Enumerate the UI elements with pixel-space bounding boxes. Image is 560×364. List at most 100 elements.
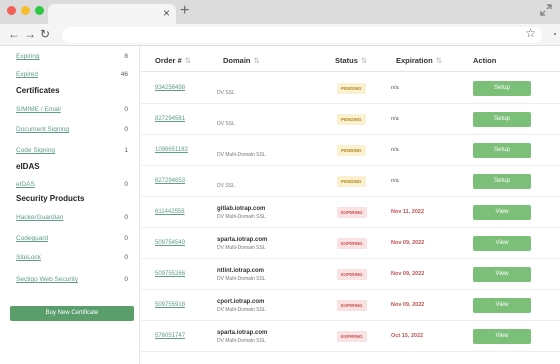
certificate-type: DV Multi-Domain SSL (217, 214, 266, 220)
certificate-type: DV Multi-Domain SSL (217, 307, 266, 313)
address-bar[interactable]: ☆ (62, 26, 542, 43)
order-number-link[interactable]: 509755266 (155, 271, 185, 277)
sidebar-item-count: 0 (124, 106, 128, 113)
setup-button[interactable]: Setup (473, 143, 531, 158)
sidebar-item-document-signing[interactable]: Document Signing 0 (16, 124, 130, 136)
expiration-date: n/a (391, 116, 399, 122)
expiration-date: Nov 11, 2022 (391, 209, 425, 215)
back-icon[interactable]: ← (8, 27, 20, 41)
sidebar-item-count: 46 (120, 71, 128, 78)
domain-name: ntlint.iotrap.com (217, 268, 264, 274)
column-header-domain[interactable]: Domain ⇅ (223, 56, 260, 65)
column-header-status[interactable]: Status ⇅ (335, 56, 367, 65)
expiration-date: Nov 09, 2022 (391, 240, 425, 246)
table-row: 509754540 sparta.iotrap.com DV Multi-Dom… (141, 228, 560, 259)
column-header-label: Status (335, 56, 358, 65)
sidebar-item-hackerguardian[interactable]: HackerGuardian 0 (16, 212, 130, 224)
status-badge: EXPIRING (337, 331, 367, 342)
sort-icon[interactable]: ⇅ (436, 56, 442, 65)
sidebar-item-count: 0 (124, 235, 128, 242)
sidebar-item-label: S/MIME / Email (16, 106, 61, 113)
order-number-link[interactable]: 1096651182 (155, 147, 188, 153)
view-button[interactable]: View (473, 329, 531, 344)
column-header-order[interactable]: Order # ⇅ (155, 56, 191, 65)
status-badge: EXPIRING (337, 300, 367, 311)
table-row: 934256498 DV SSL PENDING n/a Setup (141, 73, 560, 104)
sidebar-item-sectigo-web-security[interactable]: Sectigo Web Security 0 (16, 274, 130, 286)
forward-icon[interactable]: → (24, 27, 36, 41)
security-products-heading: Security Products (16, 194, 85, 203)
view-button[interactable]: View (473, 236, 531, 251)
bookmark-star-icon[interactable]: ☆ (525, 26, 536, 40)
table-row: 509755918 cport.iotrap.com DV Multi-Doma… (141, 290, 560, 321)
close-window-button[interactable] (7, 6, 16, 15)
table-row: 509755266 ntlint.iotrap.com DV Multi-Dom… (141, 259, 560, 290)
certificates-heading: Certificates (16, 86, 60, 95)
table-row: 576051747 sparta.iotrap.com DV Multi-Dom… (141, 321, 560, 352)
sidebar-item-count: 0 (124, 126, 128, 133)
view-button[interactable]: View (473, 267, 531, 282)
expand-icon[interactable] (540, 4, 552, 16)
table-row: 827294581 DV SSL PENDING n/a Setup (141, 104, 560, 135)
browser-menu-icon[interactable] (554, 33, 556, 35)
sidebar-item-label: Sectigo Web Security (16, 276, 79, 283)
maximize-window-button[interactable] (35, 6, 44, 15)
sort-icon[interactable]: ⇅ (254, 56, 260, 65)
browser-tab[interactable]: × (48, 4, 176, 24)
minimize-window-button[interactable] (21, 6, 30, 15)
order-number-link[interactable]: 576051747 (155, 333, 185, 339)
sidebar-item-count: 0 (124, 214, 128, 221)
column-header-label: Expiration (396, 56, 433, 65)
status-badge: EXPIRING (337, 207, 367, 218)
order-number-link[interactable]: 509755918 (155, 302, 185, 308)
new-tab-icon[interactable]: + (180, 3, 189, 19)
sidebar-item-eidas[interactable]: eIDAS 0 (16, 179, 130, 191)
sidebar-item-label: HackerGuardian (16, 214, 64, 221)
sidebar-item-label: Expired (16, 71, 39, 78)
setup-button[interactable]: Setup (473, 81, 531, 96)
certificate-type: DV SSL (217, 183, 235, 189)
order-number-link[interactable]: 934256498 (155, 85, 185, 91)
domain-name: sparta.iotrap.com (217, 330, 268, 336)
sidebar-item-expired[interactable]: Expired 46 (16, 69, 130, 81)
reload-icon[interactable]: ↻ (40, 27, 50, 41)
column-header-action: Action (473, 56, 496, 65)
sidebar-item-count: 0 (124, 254, 128, 261)
setup-button[interactable]: Setup (473, 174, 531, 189)
order-number-link[interactable]: 827294581 (155, 116, 185, 122)
sidebar-item-codeguard[interactable]: Codeguard 0 (16, 233, 130, 245)
sidebar-item-label: Expiring (16, 53, 40, 60)
sidebar-item-label: Code Signing (16, 147, 56, 154)
sidebar-item-count: 0 (124, 181, 128, 188)
order-number-link[interactable]: 611442558 (155, 209, 185, 215)
sort-icon[interactable]: ⇅ (185, 56, 191, 65)
column-header-label: Action (473, 56, 497, 65)
title-bar: × + (0, 0, 560, 24)
sidebar-item-count: 1 (124, 147, 128, 154)
expiration-date: n/a (391, 178, 399, 184)
sidebar-item-count: 8 (124, 53, 128, 60)
sidebar-item-sitelock[interactable]: SiteLock 0 (16, 252, 130, 264)
setup-button[interactable]: Setup (473, 112, 531, 127)
domain-name: cport.iotrap.com (217, 299, 265, 305)
view-button[interactable]: View (473, 205, 531, 220)
domain-name: gitlab.iotrap.com (217, 206, 266, 212)
view-button[interactable]: View (473, 298, 531, 313)
status-badge: EXPIRING (337, 269, 367, 280)
status-badge: EXPIRING (337, 238, 367, 249)
column-header-expiration[interactable]: Expiration ⇅ (396, 56, 442, 65)
table-row: 1096651182 DV Multi-Domain SSL PENDING n… (141, 135, 560, 166)
sidebar-item-code-signing[interactable]: Code Signing 1 (16, 145, 130, 157)
sidebar-item-smime[interactable]: S/MIME / Email 0 (16, 104, 130, 116)
tab-close-icon[interactable]: × (163, 6, 170, 20)
buy-new-certificate-button[interactable]: Buy New Certificate (10, 306, 134, 321)
sidebar-item-label: eIDAS (16, 181, 35, 188)
table-row: 827294653 DV SSL PENDING n/a Setup (141, 166, 560, 197)
certificate-type: DV Multi-Domain SSL (217, 338, 266, 344)
order-number-link[interactable]: 509754540 (155, 240, 185, 246)
sort-icon[interactable]: ⇅ (361, 56, 367, 65)
browser-window: × + ← → ↻ ☆ Expiring 8 Expired 46 Certif… (0, 0, 560, 364)
sidebar-item-expiring[interactable]: Expiring 8 (16, 51, 130, 63)
browser-toolbar: ← → ↻ ☆ (0, 24, 560, 46)
order-number-link[interactable]: 827294653 (155, 178, 185, 184)
